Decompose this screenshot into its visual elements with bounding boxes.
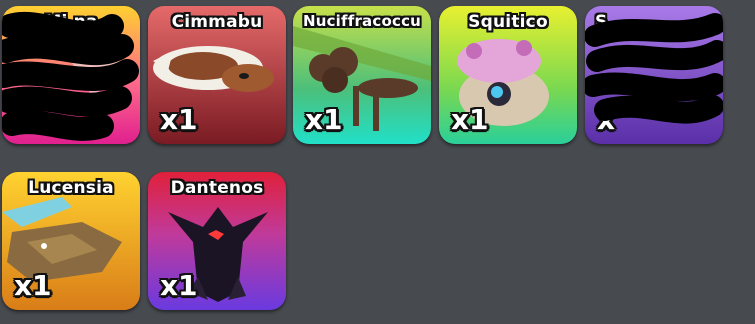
creature-name-lucensia: Lucensia bbox=[28, 178, 114, 198]
creature-inventory-grid: Mi na Cimmabu x1 Nuciffracoccu x1 Squiti… bbox=[0, 0, 755, 324]
creature-name-cimmabu: Cimmabu bbox=[171, 12, 263, 32]
creature-card-nuciffracoccu[interactable]: Nuciffracoccu x1 bbox=[293, 6, 431, 144]
creature-card-5[interactable]: S x bbox=[585, 6, 723, 144]
creature-card-lucensia[interactable]: Lucensia x1 bbox=[2, 172, 140, 310]
creature-card-dantenos[interactable]: Dantenos x1 bbox=[148, 172, 286, 310]
creature-name-squitico: Squitico bbox=[468, 12, 548, 32]
creature-name-dantenos: Dantenos bbox=[170, 178, 264, 198]
redaction-scribble-1 bbox=[2, 11, 139, 141]
creature-quantity-nuciffracoccu: x1 bbox=[305, 103, 343, 136]
creature-card-1[interactable]: Mi na bbox=[2, 6, 140, 144]
creature-name-nuciffracoccu: Nuciffracoccu bbox=[302, 12, 422, 30]
creature-quantity-cimmabu: x1 bbox=[160, 103, 198, 136]
creature-quantity-squitico: x1 bbox=[451, 103, 489, 136]
creature-quantity-lucensia: x1 bbox=[14, 269, 52, 302]
creature-card-cimmabu[interactable]: Cimmabu x1 bbox=[148, 6, 286, 144]
creature-quantity-dantenos: x1 bbox=[160, 269, 198, 302]
creature-card-squitico[interactable]: Squitico x1 bbox=[439, 6, 577, 144]
redaction-scribble-5 bbox=[585, 13, 723, 124]
